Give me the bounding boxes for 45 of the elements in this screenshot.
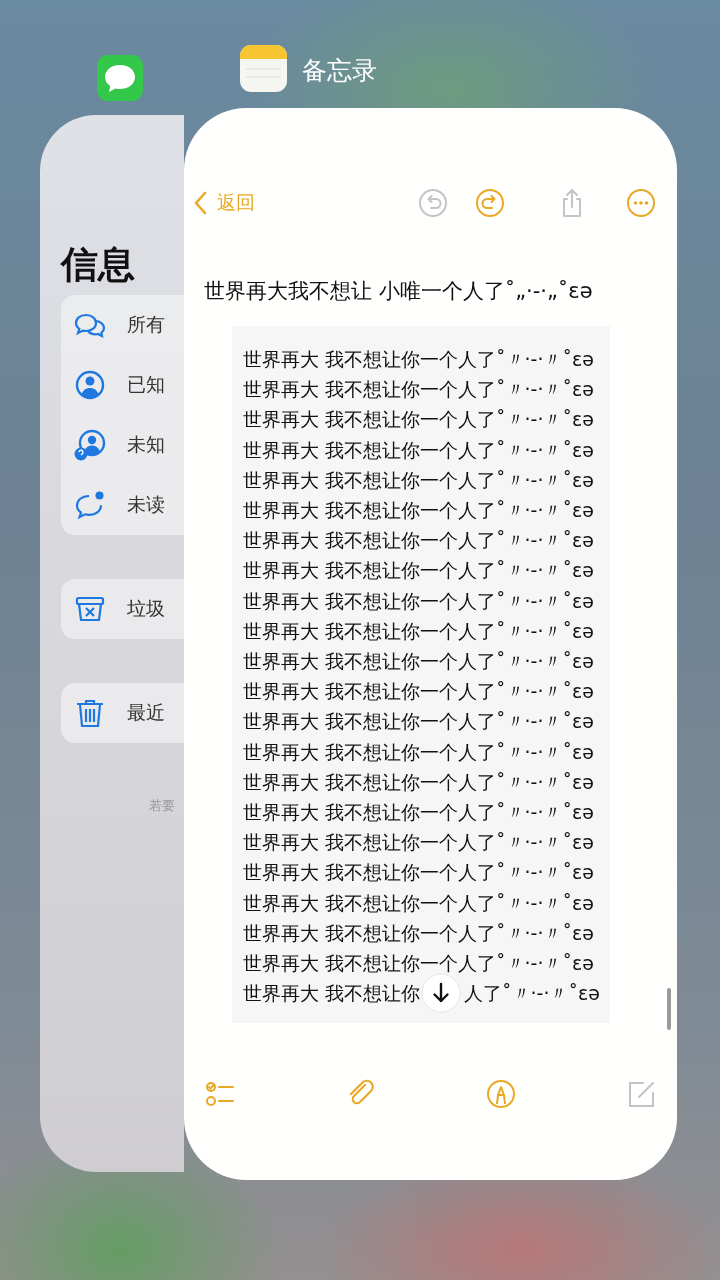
- more-icon[interactable]: [625, 187, 657, 219]
- pen-tip-icon[interactable]: [485, 1078, 517, 1110]
- app-card[interactable]: 信息 所有 已知 未知 未读 垃圾 最近 若要: [40, 115, 184, 1172]
- note-line: 世界再大 我不想让你一个人了˚〃·-·〃˚ɛə: [243, 498, 595, 523]
- note-line: 世界再大 我不想让你一个人了˚〃·-·〃˚ɛə: [243, 588, 595, 614]
- note-line: 世界再大 我不想让你一个人了˚〃·-·〃˚ɛə: [243, 860, 595, 886]
- speech-bubble-icon[interactable]: [97, 55, 143, 101]
- app-card[interactable]: [184, 108, 677, 1180]
- note-line: 世界再大 我不想让你一个人了˚〃·-·〃˚ɛə: [243, 467, 595, 493]
- app-label: 备忘录: [302, 55, 377, 87]
- note-line: 世界再大 我不想让你一个人了˚〃·-·〃˚ɛə: [243, 769, 595, 795]
- note-line: 世界再大 我不想让你一个人了˚〃·-·〃˚ɛə: [243, 377, 595, 403]
- note-line: 世界再大 我不想让你一个人了˚〃·-·〃˚ɛə: [243, 739, 595, 765]
- note-line: 世界再大 我不想让你一个人了˚〃·-·〃˚ɛə: [243, 920, 595, 946]
- note-line: 世界再大 我不想让你一个人了˚〃·-·〃˚ɛə: [243, 528, 595, 554]
- scroll-bar: [667, 988, 671, 1030]
- person-icon: [73, 368, 107, 402]
- note-line-part: 人了˚〃·-·〃˚ɛə: [464, 981, 600, 1007]
- note-line: 世界再大 我不想让你一个人了˚〃·-·〃˚ɛə: [243, 951, 595, 977]
- note-line: 世界再大 我不想让你一个人了˚〃·-·〃˚ɛə: [243, 558, 595, 584]
- mailbox-label: 已知: [127, 372, 165, 397]
- mailbox-label: 最近: [127, 700, 165, 725]
- note-line: 世界再大 我不想让你一个人了˚〃·-·〃˚ɛə: [243, 830, 595, 856]
- note-line: 世界再大 我不想让你一个人了˚〃·-·〃˚ɛə: [243, 800, 595, 826]
- notepad-icon[interactable]: [240, 45, 287, 92]
- note-line: 世界再大 我不想让你一个人了˚〃·-·〃˚ɛə: [243, 407, 595, 433]
- note-line: 世界再大 我不想让你一个人了˚〃·-·〃˚ɛə: [243, 347, 595, 372]
- mailbox-label: 垃圾: [127, 596, 165, 621]
- person-question-icon: [73, 428, 107, 462]
- note-line: 世界再大 我不想让你一个人了˚〃·-·〃˚ɛə: [243, 890, 595, 916]
- note-title: 世界再大我不想让 小唯一个人了˚„·-·„˚ɛə: [204, 278, 594, 305]
- note-line: 世界再大 我不想让你一个人了˚〃·-·〃˚ɛə: [243, 679, 595, 705]
- mailbox-label: 未读: [127, 492, 165, 517]
- note-line: 世界再大 我不想让你一个人了˚〃·-·〃˚ɛə: [243, 649, 595, 675]
- mailbox-label: 未知: [127, 432, 165, 457]
- page-title: 信息: [61, 243, 136, 287]
- mailbox-label: 所有: [127, 312, 165, 337]
- note-line: 世界再大 我不想让你一个人了˚〃·-·〃˚ɛə: [243, 618, 595, 644]
- scroll-down-button[interactable]: [421, 973, 461, 1013]
- chevron-left-icon: [193, 191, 207, 215]
- footer-note: 若要: [149, 797, 175, 815]
- note-line: 世界再大 我不想让你一个人了˚〃·-·〃˚ɛə: [243, 709, 595, 735]
- note-line-part: 世界再大 我不想让你: [243, 981, 421, 1007]
- redo-icon[interactable]: [474, 187, 506, 219]
- note-line: 世界再大 我不想让你一个人了˚〃·-·〃˚ɛə: [243, 437, 595, 463]
